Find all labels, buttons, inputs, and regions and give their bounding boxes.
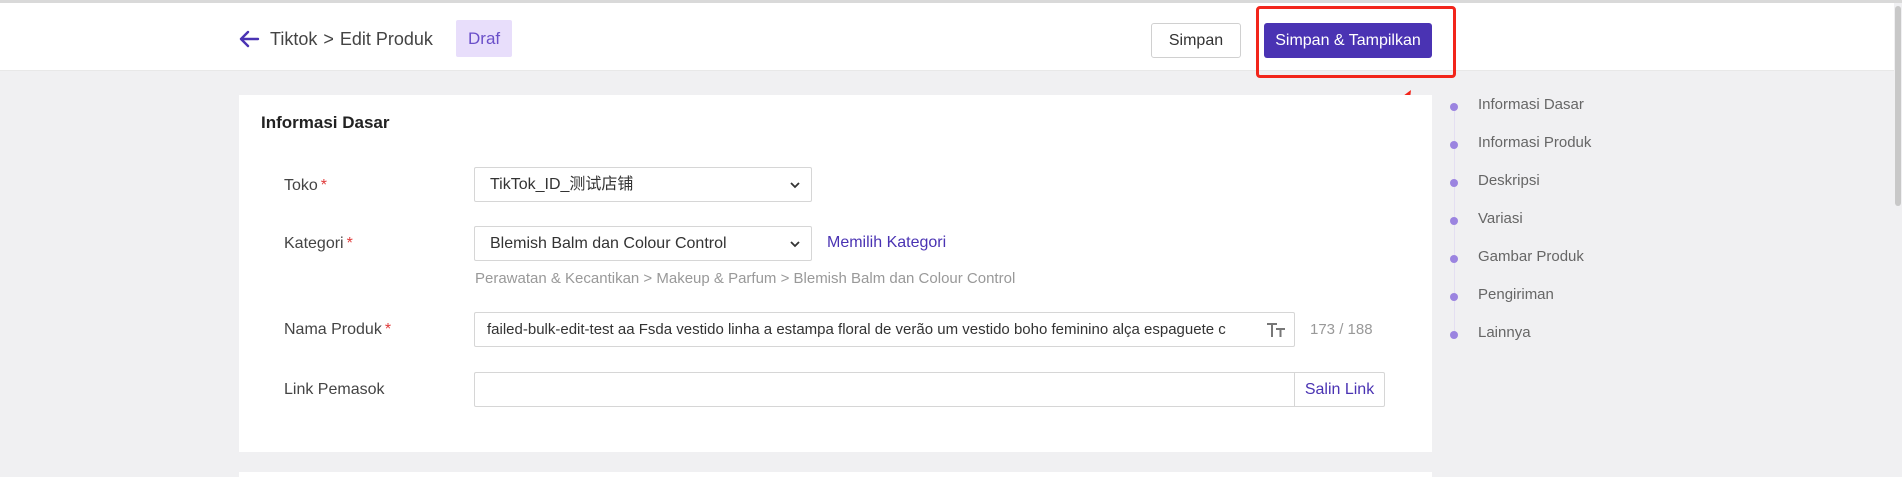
choose-category-link[interactable]: Memilih Kategori xyxy=(827,234,946,252)
breadcrumb: Tiktok > Edit Produk xyxy=(270,29,433,50)
nav-dot-icon xyxy=(1450,255,1458,263)
product-name-input[interactable]: failed-bulk-edit-test aa Fsda vestido li… xyxy=(474,312,1295,347)
nav-dot-icon xyxy=(1450,293,1458,301)
next-card-edge xyxy=(239,472,1432,477)
copy-link-button[interactable]: Salin Link xyxy=(1294,373,1384,406)
side-nav-label: Pengiriman xyxy=(1478,286,1554,303)
supplier-link-input[interactable]: Salin Link xyxy=(474,372,1385,407)
status-badge: Draf xyxy=(456,20,513,57)
side-nav-label: Informasi Dasar xyxy=(1478,96,1584,113)
scrollbar-thumb[interactable] xyxy=(1895,6,1901,206)
product-name-value: failed-bulk-edit-test aa Fsda vestido li… xyxy=(487,321,1226,338)
category-path: Perawatan & Kecantikan > Makeup & Parfum… xyxy=(475,270,1016,287)
product-name-label-text: Nama Produk xyxy=(284,321,382,338)
nav-dot-icon xyxy=(1450,331,1458,339)
nav-dot-icon xyxy=(1450,217,1458,225)
category-select[interactable]: Blemish Balm dan Colour Control xyxy=(474,226,812,261)
basic-info-card: Informasi Dasar Toko * TikTok_ID_测试店铺 Kat… xyxy=(239,95,1432,452)
arrow-left-icon[interactable] xyxy=(237,27,261,51)
side-nav-label: Lainnya xyxy=(1478,324,1531,341)
required-mark: * xyxy=(346,235,353,252)
category-label-text: Kategori xyxy=(284,235,344,252)
chevron-down-icon xyxy=(790,182,800,189)
nav-dot-icon xyxy=(1450,103,1458,111)
required-mark: * xyxy=(384,321,392,338)
supplier-link-label: Link Pemasok xyxy=(284,381,385,398)
save-and-show-button[interactable]: Simpan & Tampilkan xyxy=(1264,23,1432,58)
category-select-value: Blemish Balm dan Colour Control xyxy=(490,235,727,252)
store-select-value: TikTok_ID_测试店铺 xyxy=(490,176,634,193)
required-mark: * xyxy=(320,177,328,194)
breadcrumb-separator: > xyxy=(323,29,334,49)
side-nav-label: Variasi xyxy=(1478,210,1523,227)
save-button[interactable]: Simpan xyxy=(1151,23,1241,58)
font-size-icon[interactable] xyxy=(1266,321,1286,339)
store-label: Toko * xyxy=(284,177,327,195)
side-nav-label: Informasi Produk xyxy=(1478,134,1592,151)
store-select[interactable]: TikTok_ID_测试店铺 xyxy=(474,167,812,202)
breadcrumb-root[interactable]: Tiktok xyxy=(270,29,317,49)
nav-dot-icon xyxy=(1450,179,1458,187)
char-counter: 173 / 188 xyxy=(1310,321,1373,338)
side-nav-label: Deskripsi xyxy=(1478,172,1540,189)
side-nav-label: Gambar Produk xyxy=(1478,248,1584,265)
category-label: Kategori * xyxy=(284,235,353,253)
nav-dot-icon xyxy=(1450,141,1458,149)
page-header: Tiktok > Edit Produk Draf Simpan Simpan & … xyxy=(0,3,1902,71)
chevron-down-icon xyxy=(790,241,800,248)
breadcrumb-page: Edit Produk xyxy=(339,29,433,49)
section-title: Informasi Dasar xyxy=(261,113,390,132)
store-label-text: Toko xyxy=(284,177,318,194)
product-name-label: Nama Produk * xyxy=(284,321,391,339)
